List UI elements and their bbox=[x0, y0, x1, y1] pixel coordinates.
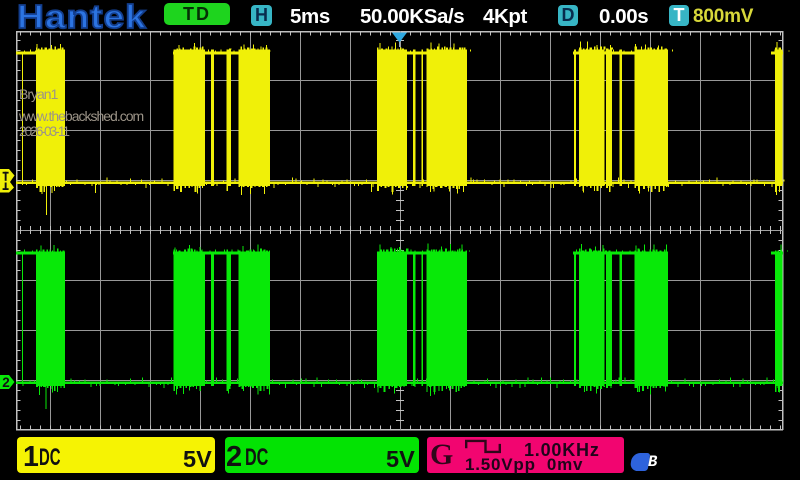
svg-text:2: 2 bbox=[2, 375, 10, 390]
